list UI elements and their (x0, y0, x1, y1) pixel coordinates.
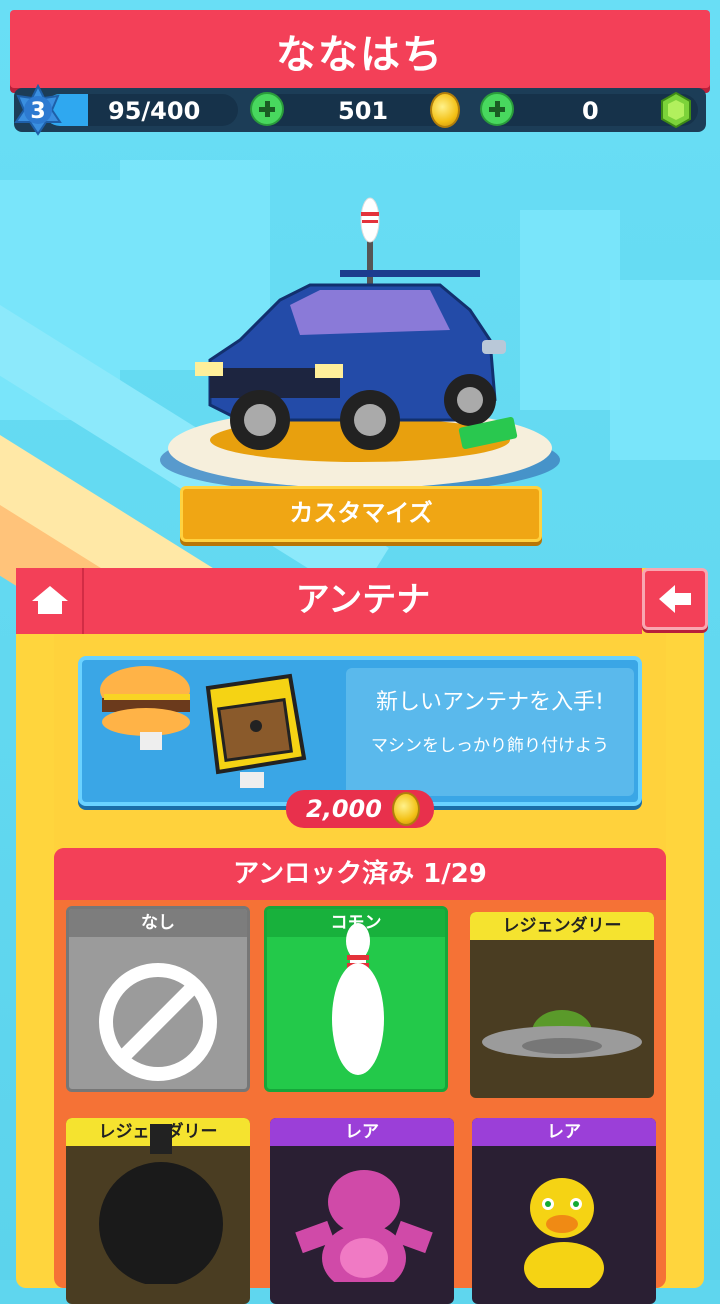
gem-icon (661, 92, 691, 128)
offer-text-box: 新しいアンテナを入手! マシンをしっかり飾り付けよう (346, 668, 634, 796)
panel-title: アンテナ (84, 568, 642, 634)
unlock-count-title: アンロック済み 1/29 (54, 848, 666, 900)
add-coins-button[interactable] (250, 92, 284, 126)
price-text: 2,000 (306, 795, 382, 823)
offer-title: 新しいアンテナを入手! (376, 690, 604, 715)
car-display (160, 197, 560, 494)
player-name: ななはち (276, 32, 444, 78)
item-rarity-label: レア (472, 1118, 656, 1146)
home-icon (32, 586, 68, 614)
customize-button[interactable]: カスタマイズ (180, 486, 542, 542)
home-button[interactable] (16, 568, 84, 634)
mole-icon (295, 1170, 433, 1282)
xp-text: 95/400 (108, 97, 201, 125)
item-card-bomb[interactable]: レジェンダリー (66, 1118, 250, 1304)
item-card-duck[interactable]: レア (472, 1118, 656, 1304)
burger-chest-icon (100, 666, 307, 788)
ufo-icon (482, 1010, 642, 1058)
new-antenna-offer[interactable]: 新しいアンテナを入手! マシンをしっかり飾り付けよう (78, 656, 642, 806)
level-star-icon: 3 (14, 84, 62, 136)
item-rarity-label: レア (270, 1118, 454, 1146)
coin-icon (392, 792, 420, 826)
coins-text: 501 (338, 97, 389, 125)
none-icon (99, 963, 217, 1081)
gems-text: 0 (582, 97, 599, 125)
item-rarity-label: レジェンダリー (470, 912, 654, 940)
item-card-mole[interactable]: レア (270, 1118, 454, 1304)
bowling-pin-icon (332, 923, 384, 1075)
back-button[interactable] (642, 568, 708, 630)
level-number: 3 (30, 99, 45, 124)
item-card-ufo[interactable]: レジェンダリー (470, 912, 654, 1098)
coin-icon (430, 92, 460, 128)
building-shape (610, 280, 720, 460)
offer-price-button[interactable]: 2,000 (286, 790, 434, 828)
header-bar: ななはち (10, 10, 710, 88)
item-card-none[interactable]: なし (66, 906, 250, 1092)
bomb-icon (99, 1124, 223, 1284)
xp-bar: 95/400 (44, 94, 238, 126)
item-rarity-label: なし (69, 909, 247, 937)
offer-description: マシンをしっかり飾り付けよう (371, 736, 609, 756)
rubber-duck-icon (524, 1178, 604, 1288)
item-card-bowling-pin[interactable]: コモン (264, 906, 448, 1092)
back-arrow-icon (659, 585, 691, 613)
add-gems-button[interactable] (480, 92, 514, 126)
stats-bar: 95/400 3 501 0 (14, 84, 706, 136)
